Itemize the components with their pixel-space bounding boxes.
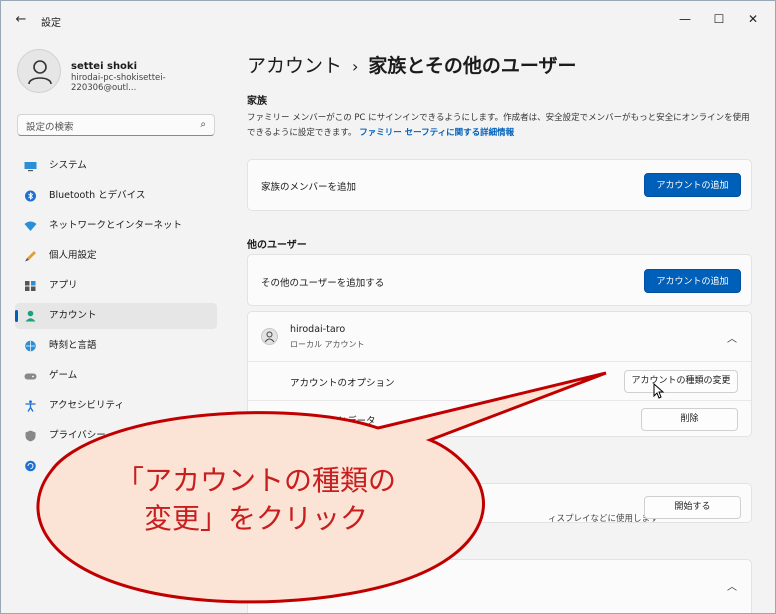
- update-icon: [25, 460, 36, 472]
- close-button[interactable]: ✕: [741, 9, 765, 29]
- page-title: 家族とその他のユーザー: [368, 55, 577, 77]
- sidebar-item-privacy[interactable]: プライバシー: [15, 423, 217, 449]
- help-card: ルプ ︿: [247, 559, 752, 613]
- person-icon: [28, 60, 52, 85]
- breadcrumb-separator: ›: [352, 57, 359, 76]
- title-bar: ← 設定 — ☐ ✕: [1, 1, 775, 39]
- chevron-up-icon[interactable]: ︿: [727, 330, 737, 345]
- minimize-button[interactable]: —: [673, 9, 697, 29]
- sidebar-item-label: システム: [49, 160, 87, 171]
- user-type: ローカル アカウント: [290, 340, 365, 349]
- sidebar-item-label: アプリ: [49, 280, 78, 291]
- sidebar-item-label: ゲーム: [49, 370, 78, 381]
- account-data-label: アカウントとデータ: [290, 416, 376, 427]
- sidebar-item-time-language[interactable]: 時刻と言語: [15, 333, 217, 359]
- globe-icon: [25, 340, 36, 352]
- other-users-section-title: 他のユーザー: [247, 240, 307, 251]
- sidebar-item-apps[interactable]: アプリ: [15, 273, 217, 299]
- kiosk-start-button[interactable]: 開始する: [644, 496, 741, 519]
- add-family-card: 家族のメンバーを追加 アカウントの追加: [247, 159, 752, 211]
- search-placeholder: 設定の検索: [26, 122, 74, 133]
- add-family-label: 家族のメンバーを追加: [261, 182, 357, 193]
- add-other-user-button[interactable]: アカウントの追加: [644, 269, 741, 293]
- gamepad-icon: [24, 373, 37, 380]
- user-card: hirodai-taro ローカル アカウント ︿ アカウントのオプション アカ…: [247, 311, 752, 437]
- profile-name: settei shoki: [71, 61, 138, 72]
- sidebar-nav: システム Bluetooth とデバイス ネットワークとインターネット 個人用設…: [15, 153, 217, 483]
- sidebar-item-bluetooth[interactable]: Bluetooth とデバイス: [15, 183, 217, 209]
- wifi-icon: [24, 221, 37, 231]
- breadcrumb: アカウント › 家族とその他のユーザー: [247, 51, 576, 78]
- sidebar-item-personalization[interactable]: 個人用設定: [15, 243, 217, 269]
- add-other-user-label: その他のユーザーを追加する: [261, 278, 385, 289]
- divider: [248, 400, 751, 401]
- person-icon: [264, 331, 275, 343]
- sidebar-item-label: 時刻と言語: [49, 340, 97, 351]
- apps-icon: [25, 281, 36, 291]
- back-arrow-icon[interactable]: ←: [11, 12, 31, 28]
- app-title: 設定: [41, 18, 61, 29]
- sidebar-item-accounts[interactable]: アカウント: [15, 303, 217, 329]
- account-options-label: アカウントのオプション: [290, 378, 395, 389]
- sidebar-item-network[interactable]: ネットワークとインターネット: [15, 213, 217, 239]
- bluetooth-icon: [25, 190, 36, 202]
- chevron-up-icon[interactable]: ︿: [727, 578, 737, 593]
- sidebar-item-label: Bluetooth とデバイス: [49, 190, 146, 201]
- sidebar-item-label: アクセシビリティ: [49, 400, 124, 411]
- search-input[interactable]: 設定の検索 ⌕: [17, 114, 215, 136]
- monitor-icon: [24, 162, 37, 172]
- kiosk-description: ィスプレイなどに使用します: [548, 514, 659, 524]
- help-label-fragment: ルプ: [342, 583, 362, 594]
- brush-icon: [25, 251, 36, 262]
- user-name: hirodai-taro: [290, 324, 346, 335]
- family-safety-link[interactable]: ファミリー セーフティに関する詳細情報: [359, 128, 514, 138]
- family-section-title: 家族: [247, 96, 267, 107]
- callout-line-2: 変更」をクリック: [143, 502, 368, 535]
- search-icon[interactable]: ⌕: [200, 119, 206, 130]
- avatar[interactable]: [17, 49, 61, 93]
- sidebar-item-system[interactable]: システム: [15, 153, 217, 179]
- add-family-account-button[interactable]: アカウントの追加: [644, 173, 741, 197]
- mouse-pointer-icon: [653, 383, 665, 399]
- account-icon: [25, 310, 36, 322]
- sidebar-item-label: 個人用設定: [49, 250, 97, 261]
- profile-email: hirodai-pc-shokisettei-220306@outl...: [71, 73, 166, 93]
- user-avatar: [261, 328, 278, 345]
- sidebar-item-gaming[interactable]: ゲーム: [15, 363, 217, 389]
- sidebar-item-label: アカウント: [49, 310, 97, 321]
- add-other-user-card: その他のユーザーを追加する アカウントの追加: [247, 254, 752, 306]
- breadcrumb-parent[interactable]: アカウント: [247, 55, 342, 77]
- accessibility-icon: [25, 400, 36, 412]
- maximize-button[interactable]: ☐: [707, 9, 731, 29]
- family-description: ファミリー メンバーがこの PC にサインインできるようにします。作成者は、安全…: [247, 111, 757, 141]
- sidebar-item-accessibility[interactable]: アクセシビリティ: [15, 393, 217, 419]
- change-account-type-button[interactable]: アカウントの種類の変更: [624, 370, 738, 393]
- shield-icon: [25, 430, 36, 442]
- sidebar-item-label: ネットワークとインターネット: [49, 220, 183, 231]
- callout-line-1: 「アカウントの種類の: [115, 464, 396, 497]
- sidebar-item-label: プライバシー: [49, 430, 106, 441]
- delete-account-button[interactable]: 削除: [641, 408, 738, 431]
- callout-text: 「アカウントの種類の 変更」をクリック: [66, 462, 446, 538]
- divider: [248, 361, 751, 362]
